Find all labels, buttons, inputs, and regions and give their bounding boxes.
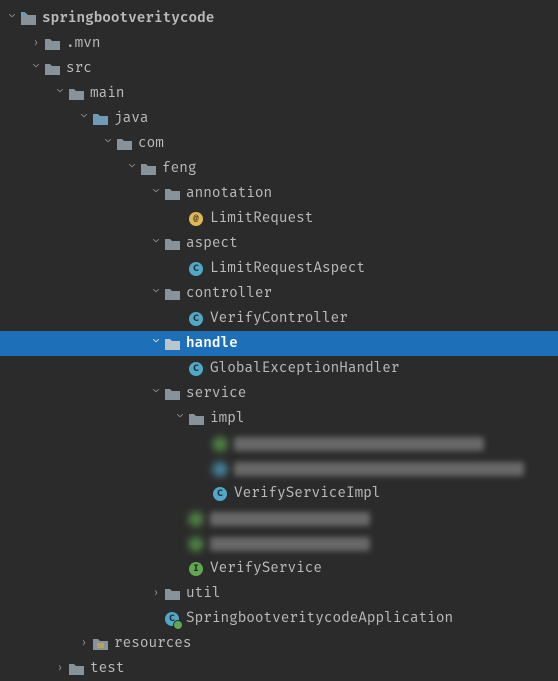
class-icon: C xyxy=(188,261,204,277)
tree-label: VerifyServiceImpl xyxy=(234,485,380,502)
class-icon: C xyxy=(188,311,204,327)
chevron-right-icon: › xyxy=(76,637,92,650)
chevron-down-icon: ⌄ xyxy=(52,87,68,100)
chevron-down-icon: ⌄ xyxy=(28,62,44,75)
tree-label: src xyxy=(66,60,92,77)
project-tree: ⌄ springbootveritycode › .mvn ⌄ src ⌄ ma… xyxy=(0,0,558,681)
folder-icon xyxy=(68,661,84,677)
package-icon xyxy=(164,236,180,252)
package-icon xyxy=(116,136,132,152)
package-icon xyxy=(164,286,180,302)
tree-label: VerifyService xyxy=(210,560,322,577)
tree-row-selected[interactable]: ⌄ handle xyxy=(0,331,558,356)
obscured-label xyxy=(234,437,484,451)
project-folder-icon xyxy=(20,11,36,27)
tree-row[interactable]: ⌄ src xyxy=(0,56,558,81)
tree-row[interactable]: ⌄ aspect xyxy=(0,231,558,256)
tree-label: LimitRequest xyxy=(210,210,313,227)
tree-label: controller xyxy=(186,285,272,302)
tree-label: resources xyxy=(114,635,192,652)
tree-row-root[interactable]: ⌄ springbootveritycode xyxy=(0,6,558,31)
tree-label: feng xyxy=(162,160,196,177)
chevron-down-icon: ⌄ xyxy=(148,387,164,400)
package-icon xyxy=(188,411,204,427)
interface-icon: I xyxy=(188,511,204,527)
chevron-down-icon: ⌄ xyxy=(172,412,188,425)
package-icon xyxy=(140,161,156,177)
package-icon xyxy=(164,586,180,602)
package-icon xyxy=(164,186,180,202)
tree-label: .mvn xyxy=(66,35,100,52)
tree-row[interactable]: C VerifyController xyxy=(0,306,558,331)
tree-row-obscured[interactable]: I xyxy=(0,531,558,556)
tree-row[interactable]: @ LimitRequest xyxy=(0,206,558,231)
tree-row[interactable]: › .mvn xyxy=(0,31,558,56)
tree-row[interactable]: C VerifyServiceImpl xyxy=(0,481,558,506)
chevron-down-icon: ⌄ xyxy=(100,137,116,150)
tree-label: main xyxy=(90,85,124,102)
chevron-right-icon: › xyxy=(52,662,68,675)
chevron-down-icon: ⌄ xyxy=(124,162,140,175)
tree-label: GlobalExceptionHandler xyxy=(210,360,400,377)
tree-row[interactable]: › resources xyxy=(0,631,558,656)
class-icon: C xyxy=(212,461,228,477)
tree-label: com xyxy=(138,135,164,152)
package-icon xyxy=(164,386,180,402)
folder-icon xyxy=(44,61,60,77)
chevron-down-icon: ⌄ xyxy=(148,337,164,350)
tree-row[interactable]: › util xyxy=(0,581,558,606)
chevron-right-icon: › xyxy=(148,587,164,600)
chevron-down-icon: ⌄ xyxy=(148,287,164,300)
tree-row[interactable]: ⌄ com xyxy=(0,131,558,156)
tree-label: handle xyxy=(186,335,238,352)
tree-row[interactable]: I VerifyService xyxy=(0,556,558,581)
tree-label: test xyxy=(90,660,124,677)
tree-row[interactable]: C GlobalExceptionHandler xyxy=(0,356,558,381)
class-icon: C xyxy=(212,486,228,502)
folder-icon xyxy=(44,36,60,52)
tree-label: impl xyxy=(210,410,244,427)
tree-label: aspect xyxy=(186,235,238,252)
tree-row-obscured[interactable]: I xyxy=(0,431,558,456)
chevron-down-icon: ⌄ xyxy=(4,12,20,25)
chevron-down-icon: ⌄ xyxy=(76,112,92,125)
tree-label: util xyxy=(186,585,220,602)
tree-row[interactable]: C SpringbootveritycodeApplication xyxy=(0,606,558,631)
tree-label: LimitRequestAspect xyxy=(210,260,365,277)
annotation-class-icon: @ xyxy=(188,211,204,227)
spring-boot-app-icon: C xyxy=(164,611,180,627)
tree-row[interactable]: ⌄ main xyxy=(0,81,558,106)
source-folder-icon xyxy=(92,111,108,127)
interface-icon: I xyxy=(188,536,204,552)
tree-label: java xyxy=(114,110,148,127)
class-icon: C xyxy=(188,361,204,377)
tree-row[interactable]: › test xyxy=(0,656,558,681)
tree-label: VerifyController xyxy=(210,310,348,327)
tree-row[interactable]: ⌄ annotation xyxy=(0,181,558,206)
tree-row[interactable]: C LimitRequestAspect xyxy=(0,256,558,281)
obscured-label xyxy=(210,537,370,551)
tree-row[interactable]: ⌄ service xyxy=(0,381,558,406)
package-icon xyxy=(164,336,180,352)
obscured-label xyxy=(210,512,370,526)
tree-row[interactable]: ⌄ feng xyxy=(0,156,558,181)
tree-row[interactable]: ⌄ java xyxy=(0,106,558,131)
class-icon: I xyxy=(212,436,228,452)
chevron-down-icon: ⌄ xyxy=(148,187,164,200)
tree-row-obscured[interactable]: I xyxy=(0,506,558,531)
interface-icon: I xyxy=(188,561,204,577)
tree-label: SpringbootveritycodeApplication xyxy=(186,610,453,627)
chevron-down-icon: ⌄ xyxy=(148,237,164,250)
tree-label: springbootveritycode xyxy=(42,10,214,27)
tree-label: annotation xyxy=(186,185,272,202)
folder-icon xyxy=(68,86,84,102)
resources-folder-icon xyxy=(92,636,108,652)
tree-row[interactable]: ⌄ impl xyxy=(0,406,558,431)
chevron-right-icon: › xyxy=(28,37,44,50)
tree-row-obscured[interactable]: C xyxy=(0,456,558,481)
tree-label: service xyxy=(186,385,246,402)
obscured-label xyxy=(234,462,524,476)
tree-row[interactable]: ⌄ controller xyxy=(0,281,558,306)
